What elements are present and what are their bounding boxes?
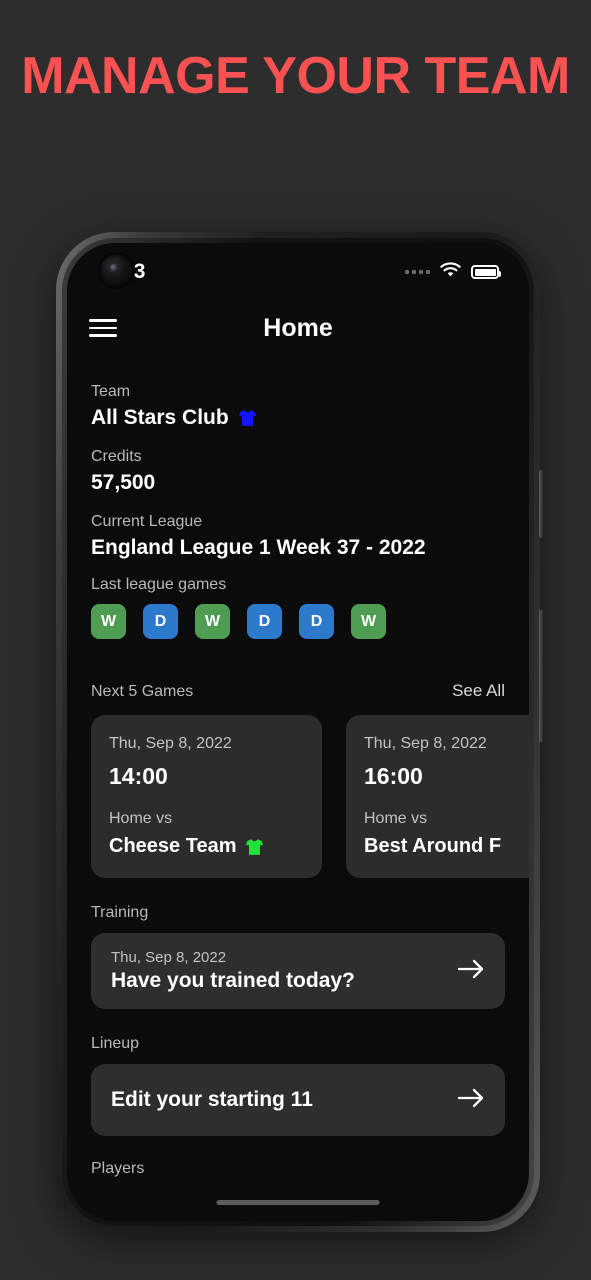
game-opponent: Cheese Team: [109, 835, 237, 857]
page-title: Home: [263, 313, 333, 342]
game-card[interactable]: Thu, Sep 8, 2022 16:00 Home vs Best Arou…: [346, 715, 529, 878]
phone-screen: 2.33: [67, 243, 529, 1221]
game-opponent-row: Cheese Team: [109, 835, 304, 858]
current-league-label: Current League: [91, 513, 203, 530]
signal-dots-icon: [405, 270, 430, 274]
hamburger-menu-icon[interactable]: [89, 308, 117, 348]
training-label: Training: [91, 904, 149, 921]
status-bar-indicators: [405, 261, 501, 283]
front-camera-punch-hole: [100, 254, 133, 287]
lineup-label: Lineup: [91, 1035, 140, 1052]
game-opponent-row: Best Around F: [364, 835, 529, 858]
last-league-games-label: Last league games: [91, 576, 227, 593]
credits-value: 57,500: [91, 471, 156, 494]
form-badge-4[interactable]: D: [247, 604, 282, 639]
form-badge-6[interactable]: W: [351, 604, 386, 639]
arrow-right-icon: [457, 958, 485, 985]
game-venue: Home vs: [364, 810, 428, 827]
phone-side-button-volume[interactable]: [539, 470, 543, 538]
game-card[interactable]: Thu, Sep 8, 2022 14:00 Home vs Cheese Te…: [91, 715, 322, 878]
see-all-link[interactable]: See All: [452, 681, 505, 701]
battery-full-icon: [471, 265, 501, 279]
next-games-header: Next 5 Games See All: [91, 681, 505, 701]
lineup-card[interactable]: Edit your starting 11: [91, 1064, 505, 1136]
current-league-value: England League 1 Week 37 - 2022: [91, 536, 426, 559]
credits-label: Credits: [91, 448, 142, 465]
shirt-icon: [245, 838, 264, 856]
status-bar: 2.33: [67, 243, 529, 297]
next-games-carousel[interactable]: Thu, Sep 8, 2022 14:00 Home vs Cheese Te…: [91, 715, 529, 878]
promo-headline: MANAGE YOUR TEAM: [21, 47, 570, 105]
training-date: Thu, Sep 8, 2022: [111, 949, 227, 966]
training-title: Have you trained today?: [111, 969, 355, 992]
form-badge-1[interactable]: W: [91, 604, 126, 639]
phone-device-frame: 2.33: [56, 232, 543, 1232]
game-opponent: Best Around F: [364, 835, 502, 857]
home-indicator[interactable]: [216, 1200, 380, 1205]
training-card-text: Thu, Sep 8, 2022 Have you trained today?: [111, 949, 355, 993]
phone-bezel: 2.33: [62, 238, 534, 1226]
form-badge-5[interactable]: D: [299, 604, 334, 639]
next-games-title: Next 5 Games: [91, 683, 194, 700]
form-badges: W D W D D W: [91, 604, 505, 639]
form-badge-3[interactable]: W: [195, 604, 230, 639]
home-content: Team All Stars Club Credits 57,500 Curre…: [67, 359, 529, 1178]
game-date: Thu, Sep 8, 2022: [109, 735, 232, 752]
team-name-row: All Stars Club: [91, 406, 505, 430]
players-label: Players: [91, 1160, 145, 1177]
shirt-icon: [238, 409, 257, 427]
app-header: Home: [67, 297, 529, 359]
form-badge-2[interactable]: D: [143, 604, 178, 639]
game-date: Thu, Sep 8, 2022: [364, 735, 487, 752]
game-venue: Home vs: [109, 810, 173, 827]
wifi-icon: [440, 261, 461, 283]
training-card[interactable]: Thu, Sep 8, 2022 Have you trained today?: [91, 933, 505, 1009]
team-label: Team: [91, 383, 131, 400]
lineup-title: Edit your starting 11: [111, 1088, 313, 1111]
arrow-right-icon: [457, 1087, 485, 1114]
game-time: 14:00: [109, 763, 168, 789]
game-time: 16:00: [364, 763, 423, 789]
team-name: All Stars Club: [91, 406, 229, 429]
phone-side-button-power[interactable]: [539, 610, 543, 742]
